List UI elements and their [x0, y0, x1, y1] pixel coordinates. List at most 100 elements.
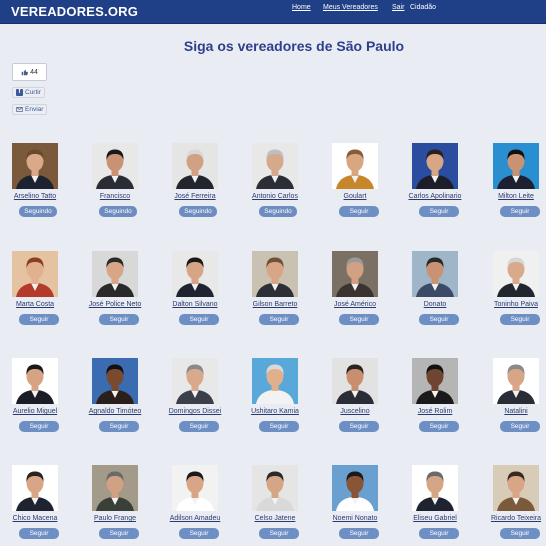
- councilor-name[interactable]: Juscelino: [320, 408, 390, 415]
- seguir-button[interactable]: Seguir: [179, 528, 219, 539]
- councilor-photo[interactable]: [332, 251, 378, 297]
- councilor-card: Ushitaro Kamia Seguir: [240, 358, 320, 458]
- councilor-photo[interactable]: [92, 465, 138, 511]
- councilor-name[interactable]: Donato: [400, 301, 470, 308]
- councilor-name[interactable]: Ricardo Teixeira: [481, 515, 546, 522]
- councilor-photo[interactable]: [12, 143, 58, 189]
- councilor-photo[interactable]: [412, 251, 458, 297]
- councilor-name[interactable]: Carlos Apolinario: [400, 193, 470, 200]
- seguir-button[interactable]: Seguir: [339, 421, 379, 432]
- seguir-button[interactable]: Seguir: [500, 421, 540, 432]
- councilor-photo[interactable]: [92, 251, 138, 297]
- seguir-button[interactable]: Seguir: [99, 314, 139, 325]
- councilor-name[interactable]: Eliseu Gabriel: [400, 515, 470, 522]
- councilor-photo[interactable]: [412, 465, 458, 511]
- seguir-button[interactable]: Seguir: [419, 421, 459, 432]
- councilor-name[interactable]: José Police Neto: [80, 301, 150, 308]
- councilor-name[interactable]: Natalini: [481, 408, 546, 415]
- councilor-photo[interactable]: [252, 465, 298, 511]
- seguir-button[interactable]: Seguir: [500, 528, 540, 539]
- councilor-photo[interactable]: [172, 465, 218, 511]
- seguir-button[interactable]: Seguir: [339, 528, 379, 539]
- councilor-photo[interactable]: [332, 465, 378, 511]
- seguir-button[interactable]: Seguir: [419, 206, 459, 217]
- councilor-name[interactable]: Ushitaro Kamia: [240, 408, 310, 415]
- councilor-name[interactable]: Adilson Amadeu: [160, 515, 230, 522]
- seguir-button[interactable]: Seguir: [419, 528, 459, 539]
- seguir-button[interactable]: Seguir: [339, 206, 379, 217]
- seguir-button[interactable]: Seguir: [259, 314, 299, 325]
- councilor-name[interactable]: José Ferreira: [160, 193, 230, 200]
- councilor-name[interactable]: Toninho Paiva: [481, 301, 546, 308]
- councilor-photo[interactable]: [172, 358, 218, 404]
- councilor-card: Natalini Seguir: [481, 358, 546, 458]
- councilor-name[interactable]: Dalton Silvano: [160, 301, 230, 308]
- seguir-button[interactable]: Seguir: [259, 421, 299, 432]
- councilor-photo[interactable]: [493, 251, 539, 297]
- councilor-photo[interactable]: [92, 358, 138, 404]
- councilor-photo[interactable]: [92, 143, 138, 189]
- councilor-card: Gilson Barreto Seguir: [240, 251, 320, 351]
- councilor-card: José Rolim Seguir: [400, 358, 480, 458]
- councilor-card: Agnaldo Timóteo Seguir: [80, 358, 160, 458]
- councilor-photo[interactable]: [493, 358, 539, 404]
- councilor-card: Ricardo Teixeira Seguir: [481, 465, 546, 546]
- councilor-card: Adilson Amadeu Seguir: [160, 465, 240, 546]
- councilor-photo[interactable]: [332, 143, 378, 189]
- councilor-card: Antonio Carlos Seguindo: [240, 143, 320, 243]
- councilor-card: Milton Leite Seguir: [481, 143, 546, 243]
- councilor-photo[interactable]: [412, 143, 458, 189]
- councilor-card: Toninho Paiva Seguir: [481, 251, 546, 351]
- seguir-button[interactable]: Seguir: [19, 314, 59, 325]
- councilor-photo[interactable]: [493, 465, 539, 511]
- councilor-card: Goulart Seguir: [320, 143, 400, 243]
- councilor-card: Dalton Silvano Seguir: [160, 251, 240, 351]
- councilor-name[interactable]: Arselino Tatto: [0, 193, 70, 200]
- councilor-card: Noemi Nonato Seguir: [320, 465, 400, 546]
- councilor-card: Domingos Dissei Seguir: [160, 358, 240, 458]
- councilor-photo[interactable]: [12, 358, 58, 404]
- seguir-button[interactable]: Seguir: [99, 421, 139, 432]
- seguir-button[interactable]: Seguir: [500, 206, 540, 217]
- seguindo-button[interactable]: Seguindo: [259, 206, 297, 217]
- councilor-grid: Arselino Tatto Seguindo Francisco Seguindo J…: [0, 0, 546, 546]
- councilor-photo[interactable]: [493, 143, 539, 189]
- councilor-photo[interactable]: [252, 358, 298, 404]
- councilor-name[interactable]: Goulart: [320, 193, 390, 200]
- councilor-name[interactable]: Antonio Carlos: [240, 193, 310, 200]
- councilor-name[interactable]: Agnaldo Timóteo: [80, 408, 150, 415]
- seguir-button[interactable]: Seguir: [419, 314, 459, 325]
- councilor-photo[interactable]: [12, 251, 58, 297]
- councilor-name[interactable]: Noemi Nonato: [320, 515, 390, 522]
- councilor-name[interactable]: Aurelio Miguel: [0, 408, 70, 415]
- councilor-photo[interactable]: [172, 251, 218, 297]
- councilor-photo[interactable]: [252, 143, 298, 189]
- councilor-name[interactable]: Francisco: [80, 193, 150, 200]
- councilor-name[interactable]: José Américo: [320, 301, 390, 308]
- councilor-name[interactable]: Paulo Frange: [80, 515, 150, 522]
- seguir-button[interactable]: Seguir: [259, 528, 299, 539]
- councilor-name[interactable]: Chico Macena: [0, 515, 70, 522]
- seguir-button[interactable]: Seguir: [500, 314, 540, 325]
- councilor-name[interactable]: Celso Jatene: [240, 515, 310, 522]
- councilor-photo[interactable]: [332, 358, 378, 404]
- seguir-button[interactable]: Seguir: [99, 528, 139, 539]
- councilor-photo[interactable]: [12, 465, 58, 511]
- councilor-photo[interactable]: [172, 143, 218, 189]
- seguindo-button[interactable]: Seguindo: [179, 206, 217, 217]
- councilor-photo[interactable]: [252, 251, 298, 297]
- seguir-button[interactable]: Seguir: [19, 421, 59, 432]
- seguindo-button[interactable]: Seguindo: [19, 206, 57, 217]
- councilor-name[interactable]: Milton Leite: [481, 193, 546, 200]
- councilor-name[interactable]: José Rolim: [400, 408, 470, 415]
- councilor-name[interactable]: Marta Costa: [0, 301, 70, 308]
- seguir-button[interactable]: Seguir: [179, 421, 219, 432]
- councilor-card: Arselino Tatto Seguindo: [0, 143, 80, 243]
- seguir-button[interactable]: Seguir: [19, 528, 59, 539]
- seguir-button[interactable]: Seguir: [179, 314, 219, 325]
- councilor-name[interactable]: Domingos Dissei: [160, 408, 230, 415]
- seguir-button[interactable]: Seguir: [339, 314, 379, 325]
- councilor-name[interactable]: Gilson Barreto: [240, 301, 310, 308]
- councilor-photo[interactable]: [412, 358, 458, 404]
- seguindo-button[interactable]: Seguindo: [99, 206, 137, 217]
